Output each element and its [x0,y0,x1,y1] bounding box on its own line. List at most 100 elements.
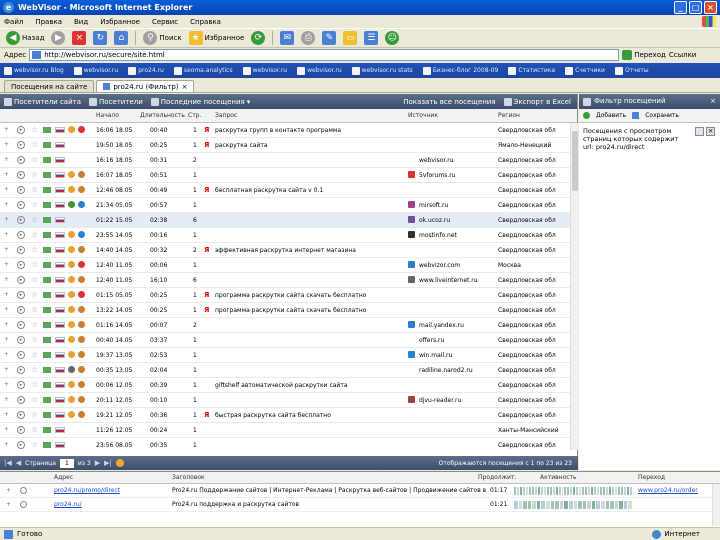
refresh-button[interactable]: ↻ [91,30,109,46]
play-icon[interactable] [20,501,27,508]
minimize-button[interactable]: _ [674,1,687,14]
play-visit-icon[interactable]: ▸ [17,141,25,149]
links-bar-item[interactable]: webvisor.ru [242,66,287,75]
menu-file[interactable]: Файл [4,18,23,26]
note-pencil-icon[interactable] [43,382,51,388]
page-address-link[interactable]: pro24.ru/promo/direct [54,487,166,494]
play-visit-icon[interactable]: ▸ [17,411,25,419]
play-visit-icon[interactable]: ▸ [17,246,25,254]
mail-button[interactable]: ✉ [278,30,296,46]
close-button[interactable]: × [704,1,717,14]
play-visit-icon[interactable]: ▸ [17,186,25,194]
note-pencil-icon[interactable] [43,337,51,343]
page-row[interactable]: + pro24.ru/ Pro24.ru поддержка и раскрут… [0,498,720,512]
prev-page-icon[interactable]: ◀ [16,459,21,467]
page-row[interactable]: + pro24.ru/promo/direct Pro24.ru Поддерж… [0,484,720,498]
expand-icon[interactable]: + [4,366,12,374]
expand-icon[interactable]: + [4,306,12,314]
refresh-icon[interactable] [115,459,124,467]
favorite-star-icon[interactable]: ☆ [31,410,38,419]
expand-icon[interactable]: + [4,141,12,149]
forward-button[interactable]: ▶ [49,30,67,46]
note-pencil-icon[interactable] [43,157,51,163]
favorite-star-icon[interactable]: ☆ [31,440,38,449]
note-pencil-icon[interactable] [43,367,51,373]
favorite-star-icon[interactable]: ☆ [31,350,38,359]
column-referrer[interactable]: Источник [408,112,438,119]
expand-icon[interactable]: + [6,501,11,508]
links-bar-item[interactable]: pro24.ru [128,66,164,75]
transition-link[interactable]: www.pro24.ru/order [638,487,702,494]
home-button[interactable]: ⌂ [112,30,130,46]
play-visit-icon[interactable]: ▸ [17,156,25,164]
play-icon[interactable] [20,487,27,494]
visit-row[interactable]: + ▸ ☆ 21:34 05.05 00:57 1 mirsoft.ru Свердловск… [0,198,570,213]
scrollbar-thumb[interactable] [572,131,578,191]
visit-row[interactable]: + ▸ ☆ 00:35 13.05 02:04 1 radiline.narod2.ru Св… [0,363,570,378]
expand-icon[interactable]: + [4,231,12,239]
referrer-site[interactable]: radiline.narod2.ru [419,367,495,374]
column-pages[interactable]: Стр. [188,112,201,119]
messenger-button[interactable]: ☺ [383,30,401,46]
menu-tools[interactable]: Сервис [152,18,178,26]
favorite-star-icon[interactable]: ☆ [31,290,38,299]
play-visit-icon[interactable]: ▸ [17,351,25,359]
play-visit-icon[interactable]: ▸ [17,306,25,314]
referrer-site[interactable]: mirsoft.ru [419,202,495,209]
expand-icon[interactable]: + [4,246,12,254]
expand-icon[interactable]: + [4,396,12,404]
note-pencil-icon[interactable] [43,217,51,223]
links-label[interactable]: Ссылки [669,51,697,59]
maximize-button[interactable]: □ [689,1,702,14]
visit-row[interactable]: + ▸ ☆ 00:40 14.05 03:37 1 offers.ru Свердловска… [0,333,570,348]
expand-icon[interactable]: + [6,487,11,494]
column-activity[interactable]: Активность [540,474,577,481]
last-page-icon[interactable]: ▶| [104,459,112,467]
visit-row[interactable]: + ▸ ☆ 23:55 14.05 00:16 1 mostinfo.net Свердлов… [0,228,570,243]
visit-row[interactable]: + ▸ ☆ 19:37 13.05 02:53 1 win.mail.ru Свердловс… [0,348,570,363]
favorites-button[interactable]: ★ Избранное [187,30,247,46]
play-visit-icon[interactable]: ▸ [17,321,25,329]
expand-icon[interactable]: + [4,411,12,419]
visit-row[interactable]: + ▸ ☆ 19:50 18.05 00:25 1 Яраскрутка сайта Ямал… [0,138,570,153]
note-pencil-icon[interactable] [43,427,51,433]
column-start[interactable]: Начало [96,112,119,119]
favorite-star-icon[interactable]: ☆ [31,365,38,374]
favorite-star-icon[interactable]: ☆ [31,260,38,269]
note-pencil-icon[interactable] [43,262,51,268]
visit-row[interactable]: + ▸ ☆ 16:06 18.05 00:40 1 Яраскрутка групп в к… [0,123,570,138]
expand-icon[interactable]: + [4,441,12,449]
favorite-star-icon[interactable]: ☆ [31,275,38,284]
play-visit-icon[interactable]: ▸ [17,231,25,239]
expand-icon[interactable]: + [4,381,12,389]
go-button[interactable]: Переход [622,50,666,60]
favorite-star-icon[interactable]: ☆ [31,155,38,164]
expand-icon[interactable]: + [4,291,12,299]
play-visit-icon[interactable]: ▸ [17,396,25,404]
research-button[interactable]: ☰ [362,30,380,46]
column-region[interactable]: Регион [498,112,520,119]
favorite-star-icon[interactable]: ☆ [31,305,38,314]
expand-icon[interactable]: + [4,336,12,344]
note-pencil-icon[interactable] [43,412,51,418]
first-page-icon[interactable]: |◀ [4,459,12,467]
visit-row[interactable]: + ▸ ☆ 11:26 12.05 00:24 1 Ханты-Мансийский [0,423,570,438]
search-button[interactable]: ⚲ Поиск [141,30,183,46]
links-bar-item[interactable]: Статистика [508,66,555,75]
note-pencil-icon[interactable] [43,292,51,298]
expand-icon[interactable]: + [4,186,12,194]
links-bar-item[interactable]: webvisor.ru [73,66,118,75]
expand-icon[interactable]: + [4,171,12,179]
referrer-site[interactable]: webvizor.com [419,262,495,269]
tab-site-visits[interactable]: Посещения на сайте [4,80,95,92]
play-visit-icon[interactable]: ▸ [17,126,25,134]
play-visit-icon[interactable]: ▸ [17,276,25,284]
note-pencil-icon[interactable] [43,202,51,208]
folder-button[interactable]: ▭ [341,30,359,46]
menu-favorites[interactable]: Избранное [100,18,140,26]
visit-row[interactable]: + ▸ ☆ 19:21 12.05 00:36 1 Ябыстрая раскрутка с… [0,408,570,423]
expand-icon[interactable]: + [4,216,12,224]
expand-icon[interactable]: + [4,276,12,284]
visit-row[interactable]: + ▸ ☆ 12:46 08.05 00:49 1 Ябесплатная раскрутк… [0,183,570,198]
play-visit-icon[interactable]: ▸ [17,381,25,389]
